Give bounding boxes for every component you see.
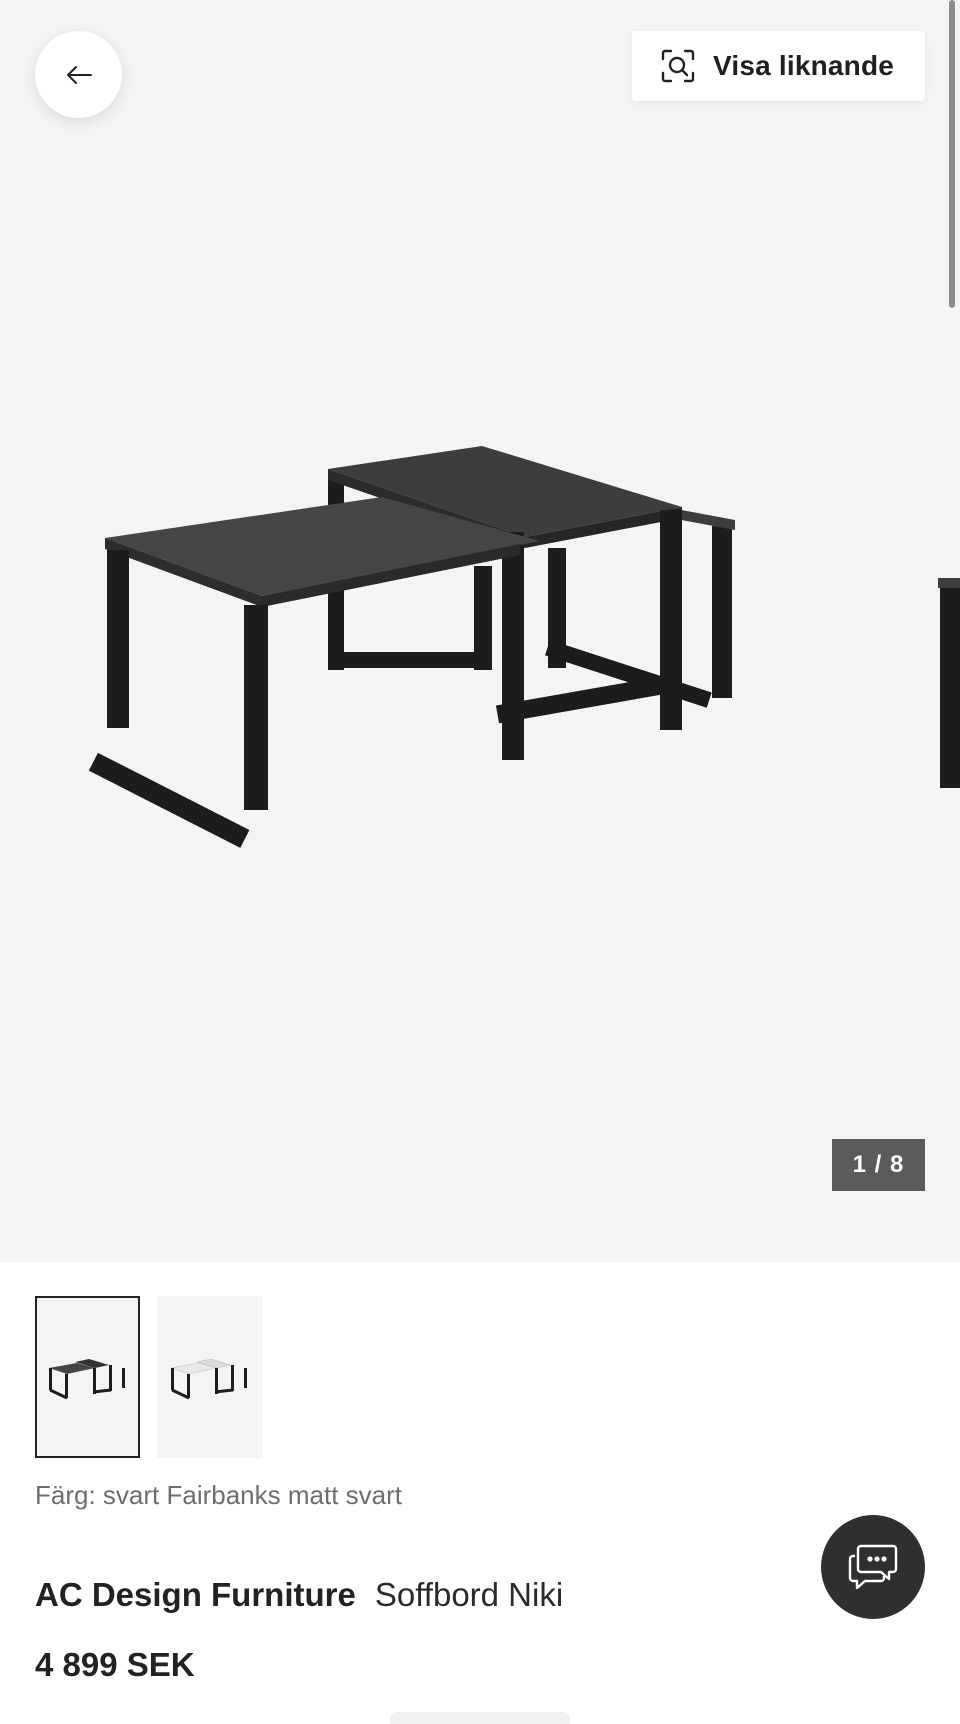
- show-similar-label: Visa liknande: [713, 50, 895, 81]
- product-title: AC Design Furniture Soffbord Niki: [35, 1576, 563, 1614]
- product-image: [88, 446, 735, 848]
- thumbnail-black[interactable]: [35, 1296, 140, 1458]
- scrollbar[interactable]: [949, 0, 955, 308]
- next-image-peek: [938, 530, 960, 788]
- brand-name[interactable]: AC Design Furniture: [35, 1576, 356, 1613]
- show-similar-button[interactable]: Visa liknande: [632, 31, 925, 101]
- chat-bubbles-icon: [848, 1544, 898, 1590]
- thumbnail-image: [170, 1358, 247, 1400]
- back-button[interactable]: [35, 31, 122, 118]
- product-image-gallery[interactable]: Visa liknande 1 / 8: [0, 0, 960, 1262]
- bottom-sheet-handle[interactable]: [390, 1712, 570, 1724]
- arrow-left-icon: [66, 65, 92, 84]
- product-price: 4 899 SEK: [35, 1646, 195, 1683]
- visual-search-icon: [661, 49, 695, 83]
- product-page: Visa liknande 1 / 8 Färg: svart Fairbank…: [0, 0, 960, 1724]
- image-counter: 1 / 8: [832, 1139, 925, 1191]
- product-name: Soffbord Niki: [374, 1576, 564, 1613]
- thumbnail-image: [48, 1359, 125, 1400]
- thumbnail-white[interactable]: [157, 1296, 262, 1458]
- chat-button[interactable]: [821, 1515, 925, 1619]
- color-description: Färg: svart Fairbanks matt svart: [35, 1480, 402, 1510]
- thumbnail-strip: [35, 1296, 262, 1458]
